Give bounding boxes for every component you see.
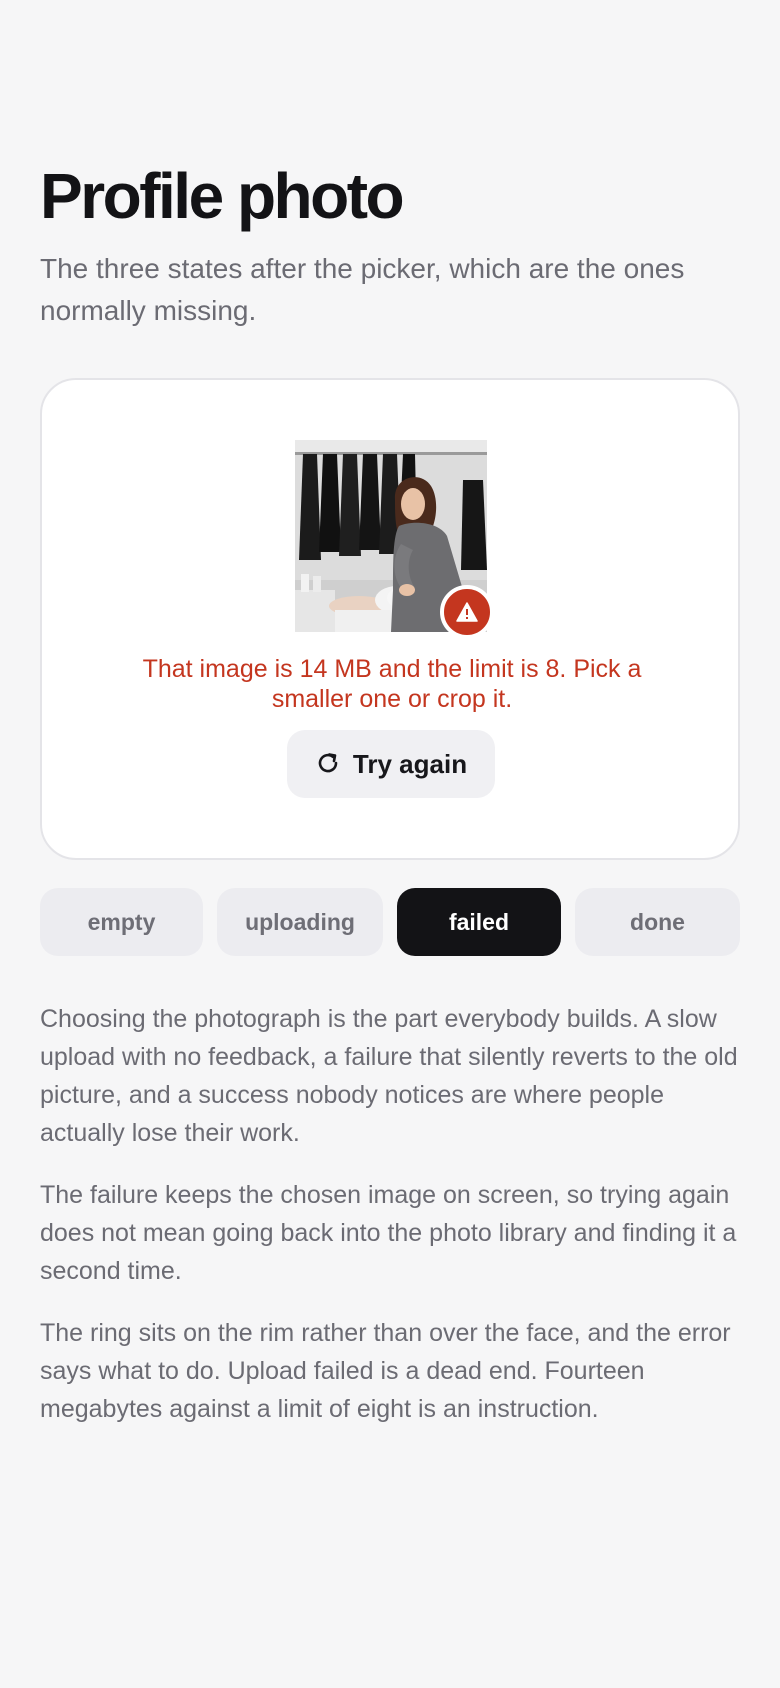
tab-failed[interactable]: failed	[397, 888, 561, 956]
paragraph: The ring sits on the rim rather than ove…	[40, 1319, 731, 1423]
error-message: That image is 14 MB and the limit is 8. …	[142, 655, 642, 713]
page-title: Profile photo	[40, 160, 405, 232]
try-again-label: Try again	[352, 748, 468, 779]
tab-empty[interactable]: empty	[40, 888, 203, 956]
tab-uploading[interactable]: uploading	[217, 888, 383, 956]
explanation: Choosing the photograph is the part ever…	[40, 1000, 740, 1452]
state-tabs: empty uploading failed done	[40, 888, 740, 956]
paragraph: The failure keeps the chosen image on sc…	[40, 1181, 737, 1285]
warning-icon	[440, 585, 494, 639]
paragraph: Choosing the photograph is the part ever…	[40, 1005, 738, 1147]
page-subtitle: The three states after the picker, which…	[40, 253, 685, 326]
page: Profile photo The three states after the…	[0, 0, 780, 1688]
try-again-button[interactable]: Try again	[287, 730, 495, 798]
avatar-preview	[295, 440, 494, 639]
upload-card: That image is 14 MB and the limit is 8. …	[40, 378, 740, 860]
tab-done[interactable]: done	[575, 888, 740, 956]
refresh-icon	[315, 750, 341, 779]
